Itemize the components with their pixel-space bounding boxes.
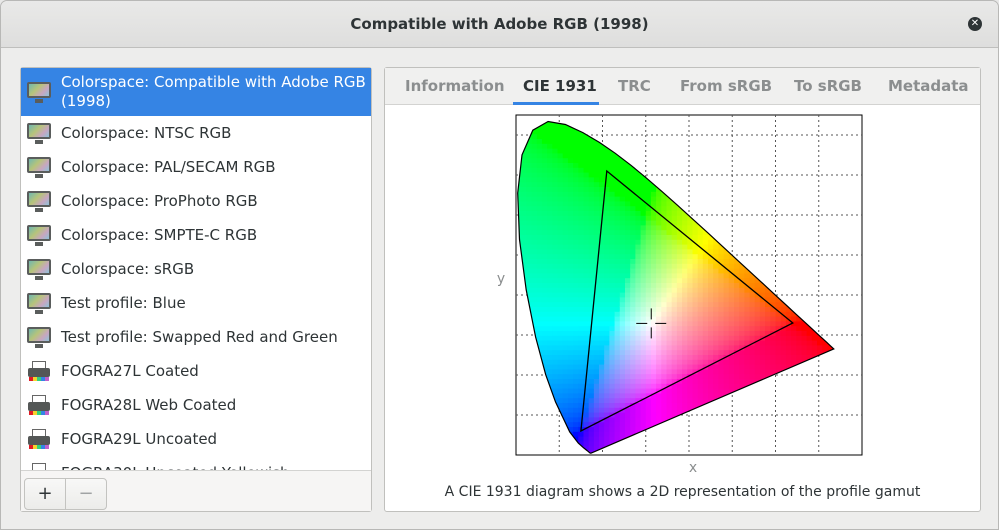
profile-sidebar: Colorspace: Compatible with Adobe RGB (1… [20,67,372,512]
add-profile-button[interactable]: + [24,478,66,510]
printer-icon [26,359,52,383]
profile-label: Colorspace: SMPTE-C RGB [61,225,258,244]
chart-caption: A CIE 1931 diagram shows a 2D representa… [444,484,921,500]
profile-list-item[interactable]: Colorspace: Compatible with Adobe RGB (1… [21,68,371,116]
list-toolbar: + − [21,470,371,511]
profile-label: FOGRA27L Coated [61,361,199,380]
printer-icon [26,461,52,470]
profile-list-item[interactable]: FOGRA29L Uncoated [21,422,371,456]
profile-list-item[interactable]: Colorspace: sRGB [21,252,371,286]
titlebar[interactable]: Compatible with Adobe RGB (1998) ✕ [1,1,998,48]
x-axis-label: x [689,460,697,476]
profile-label: Colorspace: NTSC RGB [61,123,232,142]
profile-list-item[interactable]: Colorspace: NTSC RGB [21,116,371,150]
monitor-icon [26,257,52,281]
profile-label: Colorspace: Compatible with Adobe RGB (1… [61,73,366,110]
monitor-icon [26,80,52,104]
profile-list-item[interactable]: Colorspace: ProPhoto RGB [21,184,371,218]
profile-list[interactable]: Colorspace: Compatible with Adobe RGB (1… [21,68,371,470]
monitor-icon [26,291,52,315]
profile-list-item[interactable]: Colorspace: PAL/SECAM RGB [21,150,371,184]
remove-profile-button[interactable]: − [65,478,107,510]
details-panel: Information CIE 1931 TRC From sRGB To sRGB Me… [384,67,981,512]
profile-list-item[interactable]: Test profile: Blue [21,286,371,320]
monitor-icon [26,223,52,247]
profile-label: Colorspace: sRGB [61,259,195,278]
profile-label: Colorspace: PAL/SECAM RGB [61,157,276,176]
y-axis-label: y [497,271,505,287]
printer-icon [26,427,52,451]
profile-label: FOGRA28L Web Coated [61,395,237,414]
close-icon[interactable]: ✕ [968,17,982,31]
profile-label: FOGRA30L Uncoated Yellowish [61,462,290,471]
cie-1931-diagram: xy [497,114,863,476]
profile-window: Compatible with Adobe RGB (1998) ✕ Color… [0,0,999,530]
window-title: Compatible with Adobe RGB (1998) [350,15,649,33]
monitor-icon [26,121,52,145]
profile-list-item[interactable]: FOGRA28L Web Coated [21,388,371,422]
profile-label: Test profile: Blue [61,293,186,312]
profile-list-item[interactable]: FOGRA30L Uncoated Yellowish [21,456,371,470]
printer-icon [26,393,52,417]
profile-label: Colorspace: ProPhoto RGB [61,191,258,210]
profile-list-item[interactable]: Test profile: Swapped Red and Green [21,320,371,354]
monitor-icon [26,325,52,349]
monitor-icon [26,189,52,213]
profile-list-item[interactable]: FOGRA27L Coated [21,354,371,388]
monitor-icon [26,155,52,179]
profile-list-item[interactable]: Colorspace: SMPTE-C RGB [21,218,371,252]
profile-label: FOGRA29L Uncoated [61,429,218,448]
profile-label: Test profile: Swapped Red and Green [61,327,338,346]
